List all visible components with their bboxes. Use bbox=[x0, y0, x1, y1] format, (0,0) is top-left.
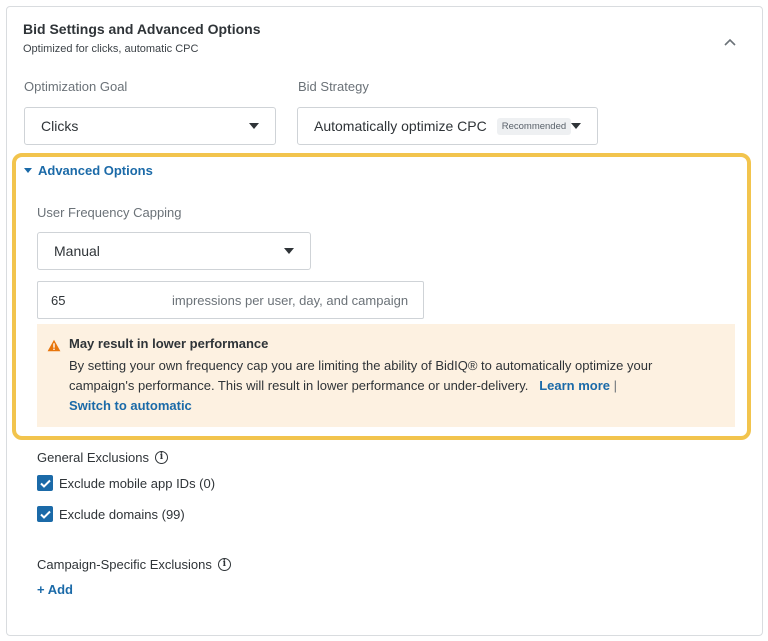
warning-icon bbox=[47, 339, 61, 352]
warning-title: May result in lower performance bbox=[69, 336, 269, 351]
warning-body: By setting your own frequency cap you ar… bbox=[69, 356, 709, 416]
bid-strategy-label: Bid Strategy bbox=[298, 79, 369, 94]
frequency-cap-suffix: impressions per user, day, and campaign bbox=[172, 292, 409, 308]
performance-warning: May result in lower performance By setti… bbox=[37, 324, 735, 427]
recommended-badge: Recommended bbox=[496, 117, 572, 135]
chevron-up-icon bbox=[724, 38, 736, 46]
caret-down-icon bbox=[249, 123, 259, 129]
caret-down-icon bbox=[284, 248, 294, 254]
frequency-cap-input[interactable] bbox=[49, 291, 163, 309]
optimization-goal-value: Clicks bbox=[41, 118, 79, 134]
section-title: Bid Settings and Advanced Options bbox=[23, 21, 261, 37]
add-exclusion-link[interactable]: + Add bbox=[37, 582, 73, 597]
general-exclusions-label: General Exclusions bbox=[37, 450, 149, 465]
bid-strategy-select[interactable]: Automatically optimize CPC Recommended bbox=[297, 107, 598, 145]
link-separator: | bbox=[613, 378, 618, 393]
frequency-capping-select[interactable]: Manual bbox=[37, 232, 311, 270]
frequency-capping-value: Manual bbox=[54, 243, 100, 259]
caret-down-icon bbox=[571, 123, 581, 129]
info-icon[interactable]: i bbox=[217, 558, 231, 571]
info-icon[interactable]: i bbox=[155, 451, 168, 464]
campaign-exclusions-heading: Campaign-Specific Exclusions i bbox=[37, 557, 231, 572]
exclude-mobile-app-ids-label: Exclude mobile app IDs (0) bbox=[59, 475, 216, 491]
exclude-mobile-app-ids-checkbox[interactable]: Exclude mobile app IDs (0) bbox=[37, 475, 215, 491]
section-subtitle: Optimized for clicks, automatic CPC bbox=[23, 43, 199, 55]
caret-down-icon bbox=[24, 168, 32, 173]
switch-to-automatic-link[interactable]: Switch to automatic bbox=[69, 398, 192, 413]
frequency-cap-field: impressions per user, day, and campaign bbox=[37, 281, 424, 319]
optimization-goal-label: Optimization Goal bbox=[24, 79, 128, 94]
advanced-options-toggle[interactable]: Advanced Options bbox=[24, 163, 153, 178]
frequency-capping-label: User Frequency Capping bbox=[37, 205, 182, 220]
collapse-button[interactable] bbox=[718, 30, 742, 54]
campaign-exclusions-label: Campaign-Specific Exclusions bbox=[37, 557, 212, 572]
general-exclusions-heading: General Exclusions i bbox=[37, 450, 168, 465]
checkbox-checked-icon bbox=[37, 475, 53, 491]
learn-more-link[interactable]: Learn more bbox=[539, 378, 610, 393]
optimization-goal-select[interactable]: Clicks bbox=[24, 107, 276, 145]
advanced-options-label: Advanced Options bbox=[38, 163, 153, 178]
exclude-domains-checkbox[interactable]: Exclude domains (99) bbox=[37, 506, 185, 522]
checkbox-checked-icon bbox=[37, 506, 53, 522]
exclude-domains-label: Exclude domains (99) bbox=[59, 506, 185, 522]
bid-strategy-value: Automatically optimize CPC bbox=[314, 118, 487, 134]
